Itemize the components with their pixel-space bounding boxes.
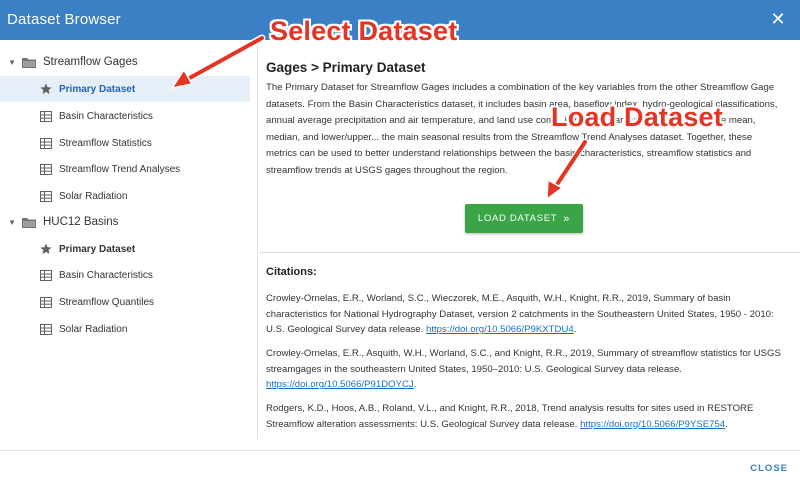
citation-link[interactable]: https://doi.org/10.5066/P91DOYCJ (266, 379, 414, 390)
load-dataset-button[interactable]: LOAD DATASET » (465, 204, 583, 233)
citation-link[interactable]: https://doi.org/10.5066/P9YSE754 (580, 419, 725, 430)
table-icon (40, 137, 52, 149)
tree-item-gages-basin-characteristics[interactable]: Basin Characteristics (0, 103, 250, 129)
caret-down-icon[interactable]: ▼ (0, 58, 22, 67)
tree-item-huc12-basin-characteristics[interactable]: Basin Characteristics (0, 262, 250, 288)
load-dataset-label: LOAD DATASET (477, 213, 558, 224)
folder-icon (22, 217, 36, 228)
dialog-title: Dataset Browser (7, 11, 121, 28)
tree-group-label: HUC12 Basins (43, 216, 119, 228)
tree-item-gages-solar-radiation[interactable]: Solar Radiation (0, 183, 250, 209)
tree-group-huc12-basins[interactable]: ▼ HUC12 Basins (0, 209, 258, 235)
annotation-load-dataset: Load Dataset (551, 102, 723, 132)
citation-tail: . (413, 379, 417, 391)
citation-link[interactable]: https://doi.org/10.5066/P9KXTDU4 (426, 324, 574, 335)
tree-item-label: Solar Radiation (59, 190, 128, 202)
dialog-footer: CLOSE (0, 450, 800, 486)
tree-item-label: Solar Radiation (59, 323, 128, 335)
tree-item-label: Streamflow Statistics (59, 137, 152, 149)
dataset-tree: ▼ Streamflow Gages Primary Dataset Basin… (0, 40, 258, 438)
citation-tail: . (725, 418, 728, 430)
table-icon (40, 190, 52, 202)
citation-item: Crowley-Ornelas, E.R., Worland, S.C., Wi… (266, 291, 786, 338)
tree-item-gages-primary-dataset[interactable]: Primary Dataset (0, 76, 250, 102)
caret-down-icon[interactable]: ▼ (0, 218, 22, 227)
star-icon (40, 243, 52, 255)
close-icon[interactable]: ✕ (767, 8, 789, 30)
table-icon (40, 269, 52, 281)
tree-item-label: Streamflow Trend Analyses (59, 163, 181, 175)
tree-item-gages-streamflow-statistics[interactable]: Streamflow Statistics (0, 130, 250, 156)
tree-group-label: Streamflow Gages (43, 56, 138, 68)
tree-item-gages-streamflow-trend-analyses[interactable]: Streamflow Trend Analyses (0, 156, 250, 182)
citation-item: Crowley-Ornelas, E.R., Asquith, W.H., Wo… (266, 346, 786, 393)
double-chevron-right-icon: » (563, 212, 571, 225)
dataset-detail-panel: Gages > Primary Dataset The Primary Data… (259, 40, 800, 438)
citation-item: Rodgers, K.D., Hoos, A.B., Roland, V.L.,… (266, 401, 786, 432)
table-icon (40, 163, 52, 175)
table-icon (40, 323, 52, 335)
tree-item-label: Primary Dataset (59, 83, 136, 95)
tree-item-label: Basin Characteristics (59, 269, 153, 281)
star-icon (40, 83, 52, 95)
tree-item-huc12-streamflow-quantiles[interactable]: Streamflow Quantiles (0, 289, 250, 315)
citations-title: Citations: (266, 266, 317, 278)
tree-item-label: Streamflow Quantiles (59, 296, 155, 308)
folder-icon (22, 57, 36, 68)
tree-item-huc12-solar-radiation[interactable]: Solar Radiation (0, 316, 250, 342)
tree-group-streamflow-gages[interactable]: ▼ Streamflow Gages (0, 49, 258, 75)
table-icon (40, 296, 52, 308)
close-button[interactable]: CLOSE (750, 463, 788, 474)
tree-item-label: Basin Characteristics (59, 110, 153, 122)
citation-text: Crowley-Ornelas, E.R., Asquith, W.H., Wo… (266, 348, 781, 375)
dataset-heading: Gages > Primary Dataset (266, 60, 426, 75)
section-divider (259, 252, 800, 253)
tree-item-huc12-primary-dataset[interactable]: Primary Dataset (0, 236, 250, 262)
annotation-select-dataset: Select Dataset (270, 16, 458, 46)
table-icon (40, 110, 52, 122)
citation-tail: . (573, 324, 577, 336)
tree-item-label: Primary Dataset (59, 243, 136, 255)
